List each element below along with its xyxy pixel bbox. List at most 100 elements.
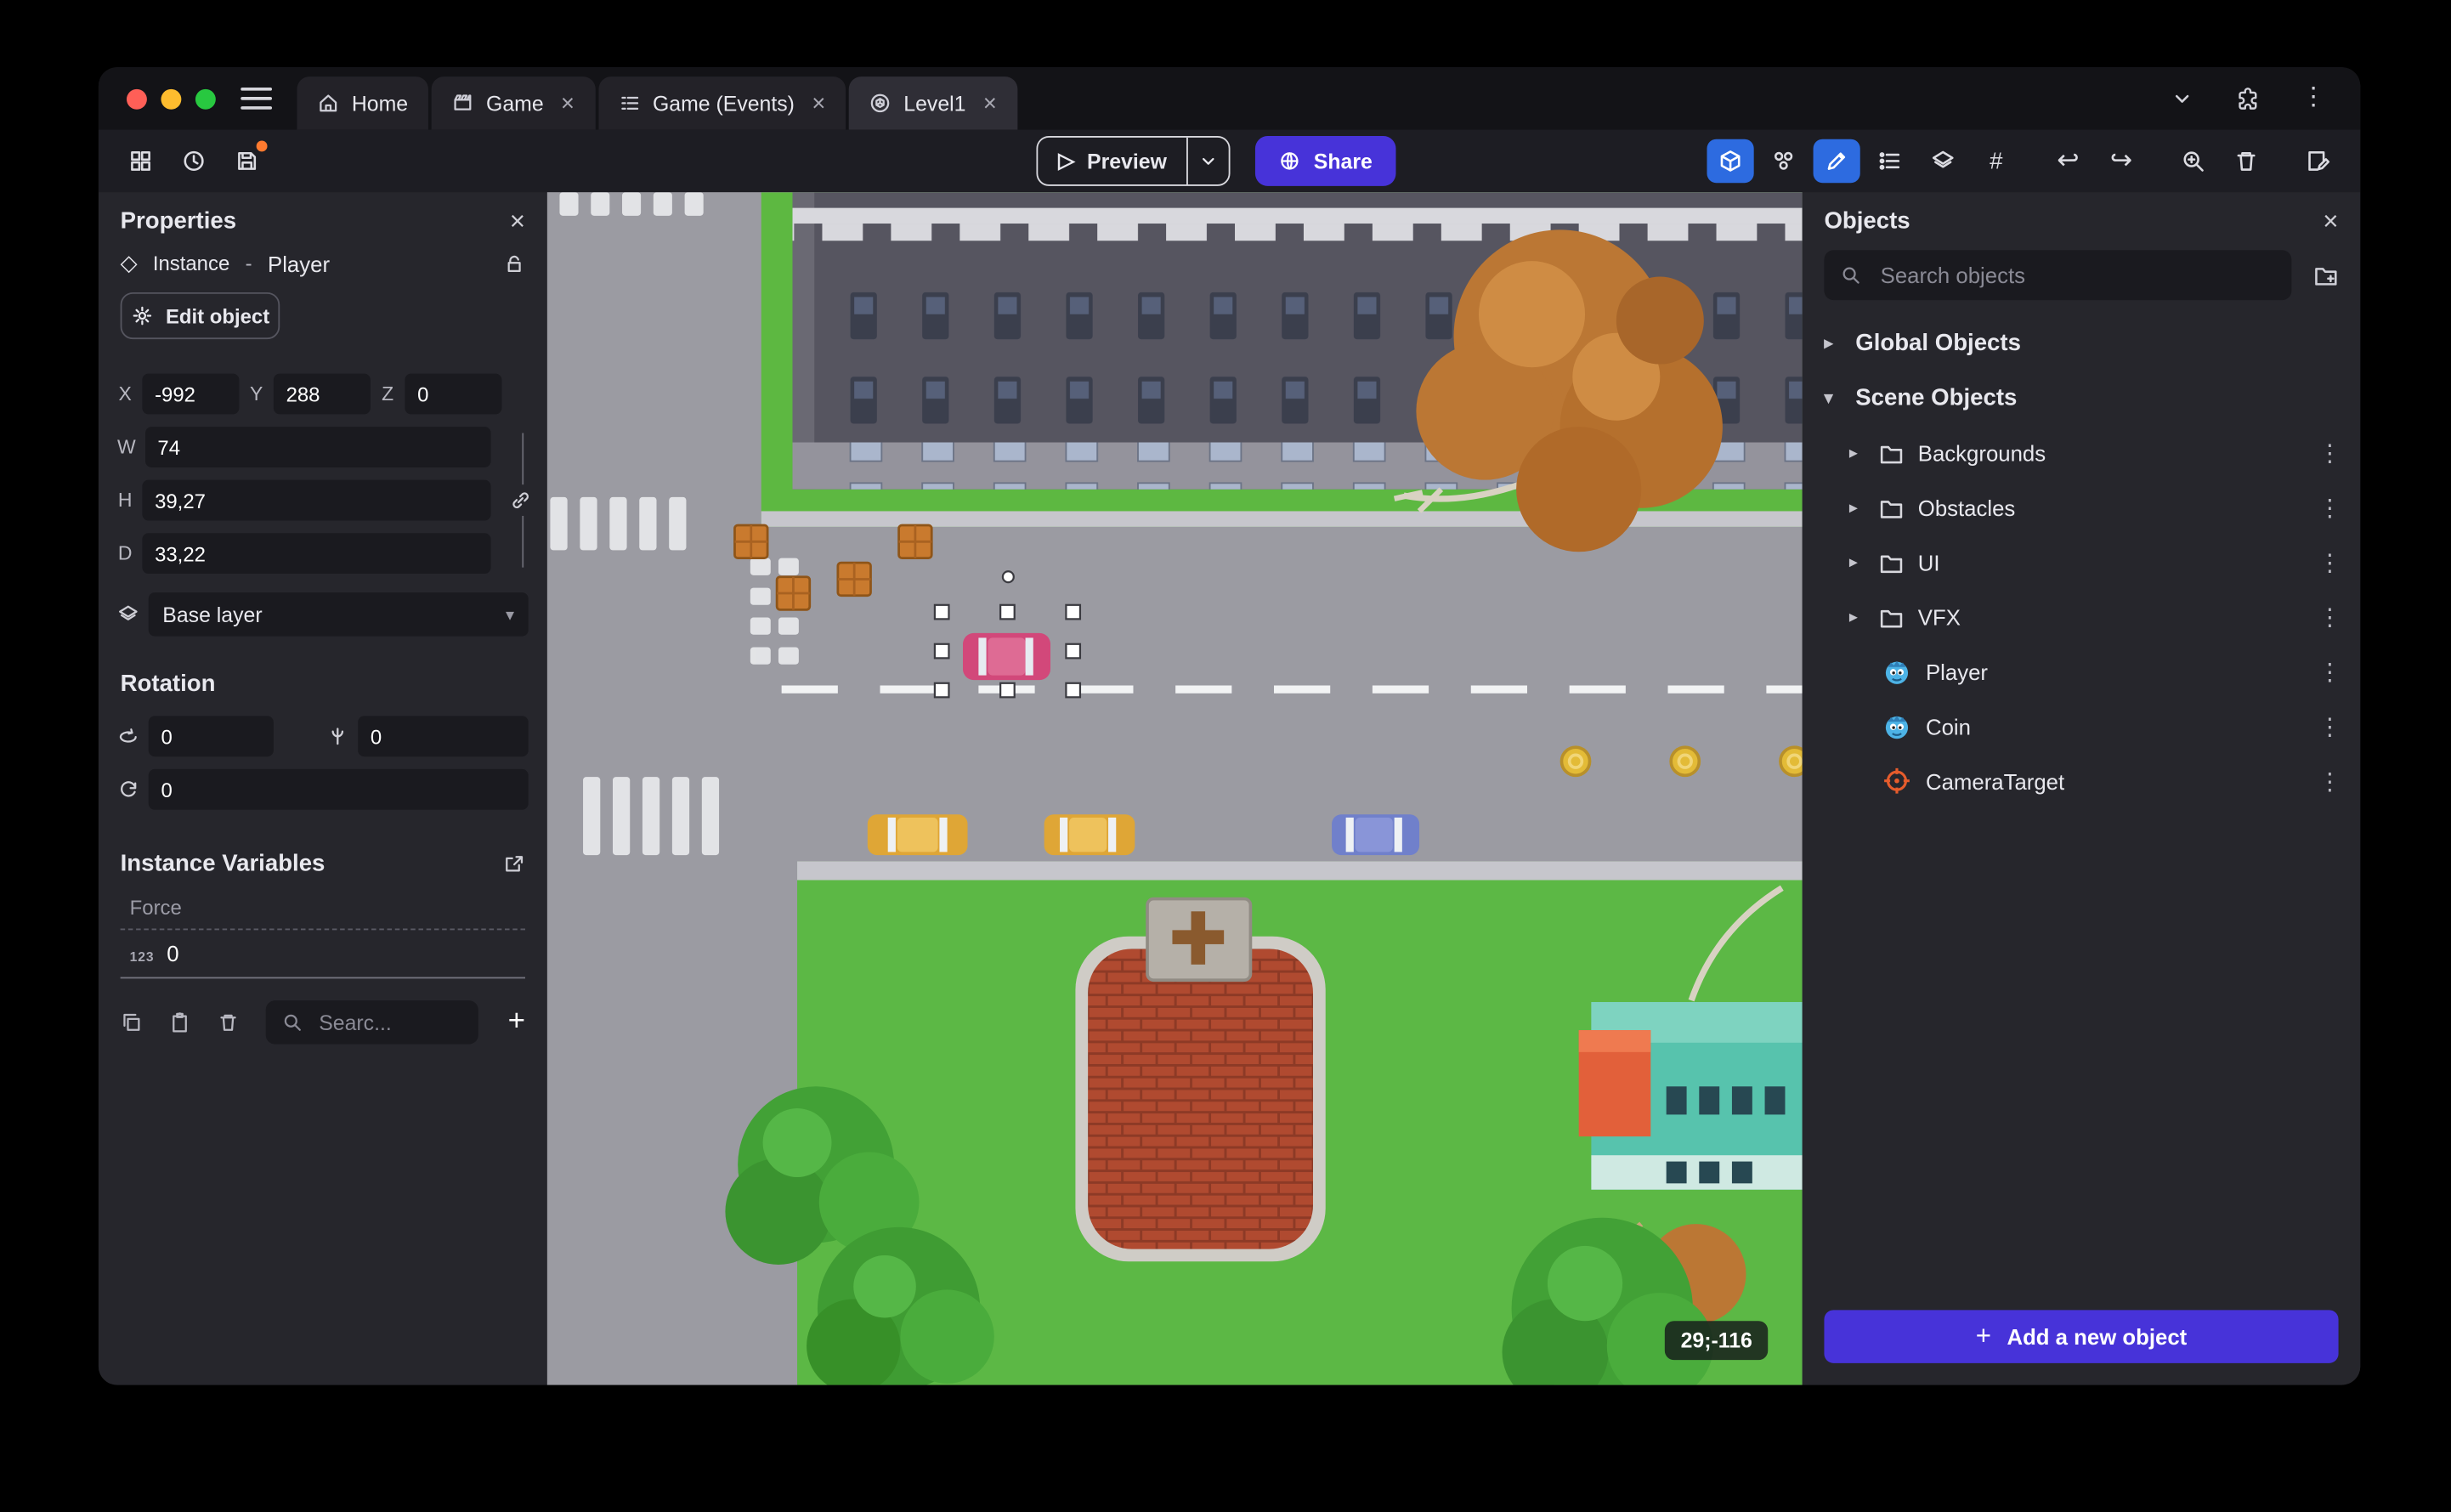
rotation-title: Rotation	[120, 671, 216, 698]
variable-row[interactable]: 123 0	[120, 930, 525, 979]
edit-object-button[interactable]: Edit object	[120, 292, 281, 340]
objects-title: Objects	[1824, 207, 1910, 235]
variables-search-input[interactable]	[315, 1009, 448, 1036]
paste-icon[interactable]	[169, 1011, 191, 1033]
car-blue[interactable]	[1332, 814, 1420, 856]
object-coin[interactable]: Coin ⋮	[1803, 699, 2361, 753]
delete-icon[interactable]	[2222, 139, 2269, 184]
depth-input[interactable]	[142, 533, 491, 575]
rotation-x-input[interactable]	[148, 716, 274, 757]
objects-cluster-icon[interactable]	[1760, 139, 1807, 184]
close-icon[interactable]: ×	[2323, 208, 2338, 235]
layers-icon[interactable]	[1920, 139, 1967, 184]
width-input[interactable]	[144, 427, 491, 467]
kebab-menu-icon[interactable]: ⋮	[2318, 439, 2342, 467]
gear-icon	[132, 305, 154, 327]
kebab-menu-icon[interactable]: ⋮	[2318, 603, 2342, 631]
link-icon[interactable]	[509, 484, 532, 516]
tab-game-events[interactable]: Game (Events) ×	[597, 76, 846, 130]
titlebar[interactable]: Home Game × Game (Events) × Level1 × ⋮	[98, 67, 2361, 130]
x-label: X	[118, 382, 132, 405]
variable-name[interactable]: Force	[120, 892, 525, 931]
close-icon[interactable]: ×	[510, 208, 525, 235]
scene-render[interactable]	[546, 192, 1803, 1385]
history-icon[interactable]	[170, 139, 217, 184]
rotation-y-input[interactable]	[358, 716, 529, 757]
instance-diamond-icon: ◇	[120, 250, 138, 275]
tab-level1[interactable]: Level1 ×	[848, 76, 1017, 130]
kebab-menu-icon[interactable]: ⋮	[2301, 85, 2325, 110]
group-global-objects[interactable]: ▸ Global Objects	[1803, 316, 2361, 371]
x-input[interactable]	[142, 373, 240, 415]
tab-label: Game	[486, 91, 544, 116]
maximize-window-button[interactable]	[195, 88, 216, 109]
selected-player-instance[interactable]	[963, 632, 1050, 681]
tab-home[interactable]: Home	[297, 76, 428, 130]
kebab-menu-icon[interactable]: ⋮	[2318, 712, 2342, 740]
undo-icon[interactable]: ↩	[2045, 139, 2092, 184]
chevron-down-icon: ▾	[505, 605, 515, 625]
close-window-button[interactable]	[126, 88, 147, 109]
kebab-menu-icon[interactable]: ⋮	[2318, 493, 2342, 521]
chevron-down-icon[interactable]	[2170, 86, 2194, 110]
object-player[interactable]: Player ⋮	[1803, 644, 2361, 699]
share-button[interactable]: Share	[1255, 136, 1396, 186]
folder-ui[interactable]: ▸ UI ⋮	[1803, 535, 2361, 589]
variable-value[interactable]: 0	[167, 941, 178, 966]
variables-search[interactable]	[265, 1000, 478, 1045]
main-menu-icon[interactable]	[241, 88, 273, 110]
object-label: Coin	[1926, 713, 1971, 739]
instances-list-icon[interactable]	[1866, 139, 1913, 184]
folder-obstacles[interactable]: ▸ Obstacles ⋮	[1803, 480, 2361, 535]
open-external-icon[interactable]	[503, 852, 525, 875]
folder-vfx[interactable]: ▸ VFX ⋮	[1803, 589, 2361, 643]
plus-icon: +	[1975, 1321, 1992, 1351]
preview-options-dropdown[interactable]	[1186, 137, 1230, 185]
project-manager-icon[interactable]	[117, 139, 164, 184]
app-window: Home Game × Game (Events) × Level1 × ⋮ ▷…	[98, 67, 2361, 1385]
kebab-menu-icon[interactable]: ⋮	[2318, 548, 2342, 576]
view-3d-cube-icon[interactable]	[1707, 139, 1754, 184]
save-icon[interactable]	[224, 139, 270, 184]
layers-small-icon	[117, 603, 139, 626]
group-scene-objects[interactable]: ▾ Scene Objects	[1803, 371, 2361, 425]
object-cameratarget[interactable]: CameraTarget ⋮	[1803, 754, 2361, 808]
kebab-menu-icon[interactable]: ⋮	[2318, 657, 2342, 685]
delete-variable-icon[interactable]	[218, 1011, 240, 1033]
add-variable-icon[interactable]: +	[508, 1005, 525, 1039]
rotation-z-input[interactable]	[148, 768, 529, 810]
height-input[interactable]	[142, 479, 491, 521]
folder-backgrounds[interactable]: ▸ Backgrounds ⋮	[1803, 425, 2361, 479]
sprite-creature-icon	[1882, 711, 1912, 741]
add-folder-icon[interactable]	[2313, 263, 2338, 287]
grid-icon[interactable]: #	[1973, 139, 2019, 184]
objects-search[interactable]	[1824, 250, 2292, 301]
car-yellow-2[interactable]	[1044, 814, 1135, 856]
zoom-icon[interactable]	[2170, 139, 2216, 184]
copy-icon[interactable]	[121, 1011, 143, 1033]
edit-mode-pencil-icon[interactable]	[1813, 139, 1860, 184]
scene-canvas[interactable]: 29;-116	[546, 192, 1803, 1385]
tab-close-icon[interactable]: ×	[983, 92, 997, 116]
car-yellow-1[interactable]	[867, 814, 968, 856]
share-label: Share	[1313, 149, 1373, 173]
tab-game[interactable]: Game ×	[431, 76, 595, 130]
folder-icon	[1879, 550, 1904, 575]
z-input[interactable]	[405, 373, 502, 415]
y-input[interactable]	[273, 373, 371, 415]
minimize-window-button[interactable]	[161, 88, 182, 109]
kebab-menu-icon[interactable]: ⋮	[2318, 767, 2342, 795]
tab-close-icon[interactable]: ×	[561, 92, 575, 116]
tab-bar: Home Game × Game (Events) × Level1 ×	[297, 67, 1017, 130]
extensions-puzzle-icon[interactable]	[2235, 86, 2260, 110]
objects-search-input[interactable]	[1876, 261, 2276, 290]
redo-icon[interactable]: ↪	[2097, 139, 2144, 184]
chevron-down-icon: ▾	[1824, 388, 1833, 409]
add-new-object-button[interactable]: + Add a new object	[1824, 1310, 2339, 1363]
layer-dropdown[interactable]: Base layer ▾	[148, 592, 529, 637]
edit-properties-icon[interactable]	[2295, 139, 2341, 184]
titlebar-right: ⋮	[2170, 67, 2360, 130]
lock-icon[interactable]	[503, 252, 525, 275]
tab-close-icon[interactable]: ×	[812, 92, 825, 116]
preview-button[interactable]: ▷ Preview	[1036, 136, 1231, 186]
